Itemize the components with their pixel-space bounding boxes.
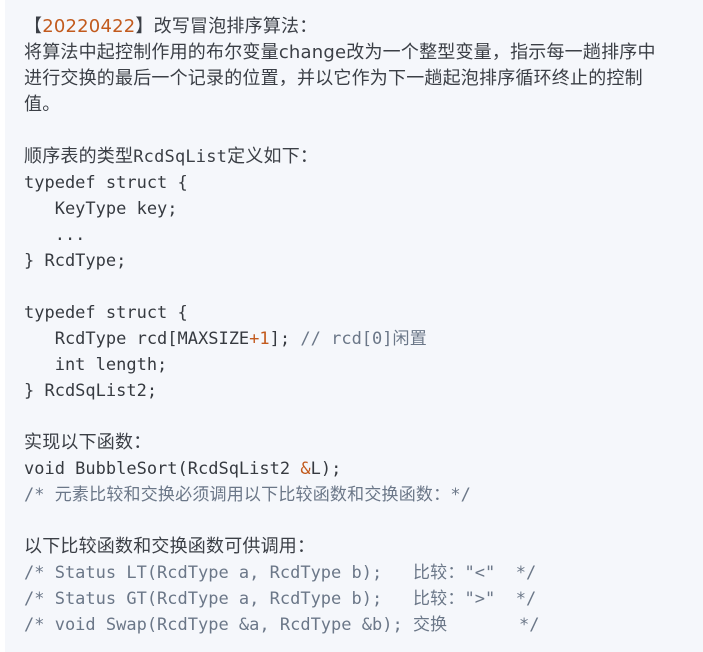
struct1-line-3: ... xyxy=(24,225,86,245)
struct2-line-4: } RcdSqList2; xyxy=(24,381,158,401)
description-line-3: 值。 xyxy=(24,94,61,115)
struct1-line-2: KeyType key; xyxy=(24,199,178,219)
title-bracket-open: 【 xyxy=(24,16,43,37)
description-line-1: 将算法中起控制作用的布尔变量change改为一个整型变量，指示每一趟排序中 xyxy=(24,40,703,66)
helper-lt-desc: 比较： xyxy=(412,563,465,583)
problem-title: 改写冒泡排序算法： xyxy=(153,16,318,37)
inline-comment-cn: 闲置 xyxy=(392,329,427,349)
variable-change: change xyxy=(278,42,347,63)
struct1-line-4: } RcdType; xyxy=(24,251,127,271)
comment-close: */ xyxy=(450,485,471,505)
signature-text: void BubbleSort(RcdSqList2 xyxy=(24,459,301,479)
function-intro: 实现以下函数： xyxy=(24,432,152,453)
plus-operator: + xyxy=(249,329,260,349)
signature-text-end: L); xyxy=(310,459,342,479)
type-intro-line: 顺序表的类型RcdSqList定义如下： xyxy=(24,144,703,170)
comment-open: /* xyxy=(24,485,55,505)
title-bracket-close: 】 xyxy=(135,16,154,37)
problem-date: 20220422 xyxy=(42,16,136,37)
helper-swap: /* void Swap(RcdType &a, RcdType &b); 交换… xyxy=(24,612,703,638)
type-name: RcdSqList xyxy=(133,147,228,167)
struct2-line-2: RcdType rcd[MAXSIZE+1]; // rcd[0]闲置 xyxy=(24,326,703,352)
helper-swap-code: /* void Swap(RcdType &a, RcdType &b); xyxy=(24,615,413,635)
description-text: 将算法中起控制作用的布尔变量 xyxy=(24,42,279,63)
struct2-line-3: int length; xyxy=(24,355,168,375)
description-line-2: 进行交换的最后一个记录的位置，并以它作为下一趟起泡排序循环终止的控制 xyxy=(24,68,643,89)
helper-gt-symbol: ">" */ xyxy=(464,589,537,609)
helpers-intro: 以下比较函数和交换函数可供调用： xyxy=(24,536,316,557)
reference-operator: & xyxy=(300,459,311,479)
helper-swap-end: */ xyxy=(447,615,540,635)
rcd-array-decl: RcdType rcd[MAXSIZE xyxy=(24,329,250,349)
helper-lt-code: /* Status LT(RcdType a, RcdType b); xyxy=(24,563,413,583)
helper-gt-code: /* Status GT(RcdType a, RcdType b); xyxy=(24,589,413,609)
number-literal: 1 xyxy=(259,329,270,349)
comment-text: 元素比较和交换必须调用以下比较函数和交换函数： xyxy=(54,485,451,505)
type-intro-prefix: 顺序表的类型 xyxy=(24,146,134,167)
function-note: /* 元素比较和交换必须调用以下比较函数和交换函数：*/ xyxy=(24,482,703,508)
helper-gt-desc: 比较： xyxy=(412,589,465,609)
struct1-line-1: typedef struct { xyxy=(24,173,188,193)
problem-panel: 【20220422】改写冒泡排序算法： 将算法中起控制作用的布尔变量change… xyxy=(5,0,703,652)
description-text: 改为一个整型变量，指示每一趟排序中 xyxy=(346,42,656,63)
helper-lt: /* Status LT(RcdType a, RcdType b); 比较："… xyxy=(24,560,703,586)
helper-gt: /* Status GT(RcdType a, RcdType b); 比较："… xyxy=(24,586,703,612)
helper-lt-symbol: "<" */ xyxy=(464,563,537,583)
helper-swap-desc: 交换 xyxy=(412,615,448,635)
inline-comment: // rcd[0] xyxy=(300,329,393,349)
struct2-line-1: typedef struct { xyxy=(24,303,188,323)
type-intro-suffix: 定义如下： xyxy=(227,146,319,167)
rcd-array-decl-end: ]; xyxy=(269,329,301,349)
problem-title-line: 【20220422】改写冒泡排序算法： xyxy=(24,14,703,40)
function-signature: void BubbleSort(RcdSqList2 &L); xyxy=(24,456,703,482)
